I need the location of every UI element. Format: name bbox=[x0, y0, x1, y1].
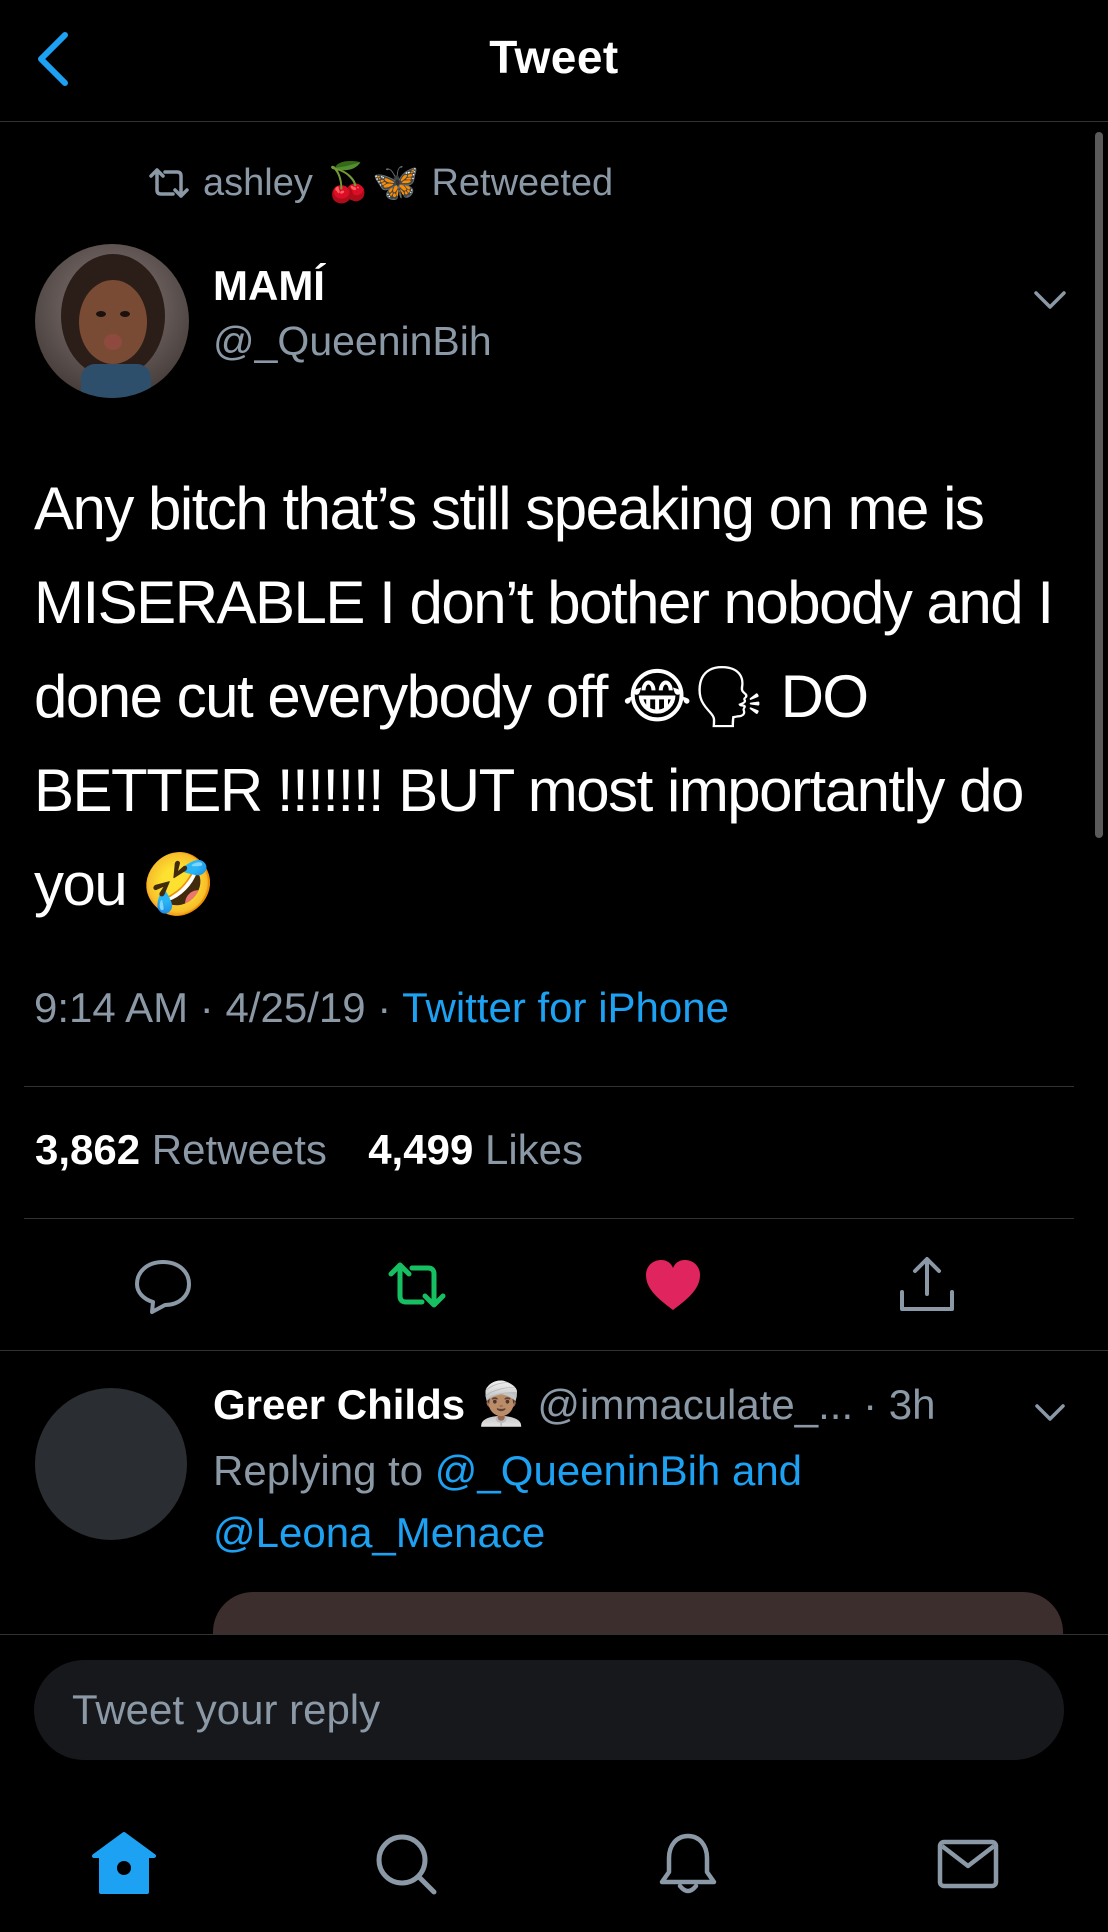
like-count: 4,499 bbox=[368, 1126, 474, 1173]
retweet-icon bbox=[149, 168, 189, 198]
reply-author-name[interactable]: Greer Childs bbox=[213, 1381, 465, 1429]
mention-link[interactable]: @Leona_Menace bbox=[213, 1509, 545, 1556]
tweet-date: 4/25/19 bbox=[225, 984, 366, 1031]
share-icon bbox=[900, 1257, 954, 1311]
tweet-time: 9:14 AM bbox=[34, 984, 189, 1031]
reply-options-button[interactable] bbox=[1030, 1392, 1070, 1432]
retweet-button[interactable] bbox=[386, 1254, 448, 1316]
retweet-icon bbox=[388, 1262, 446, 1308]
replying-to: Replying to @_QueeninBih and @Leona_Mena… bbox=[213, 1440, 1073, 1564]
retweet-count: 3,862 bbox=[35, 1126, 141, 1173]
top-bar: Tweet bbox=[0, 0, 1108, 122]
retweet-context[interactable]: ashley 🍒🦋 Retweeted bbox=[147, 158, 613, 208]
likes-label: Likes bbox=[484, 1126, 584, 1173]
reply-header: Greer Childs 👳🏽‍♂️ @immaculate_... · 3h bbox=[213, 1380, 936, 1429]
home-icon bbox=[92, 1832, 156, 1894]
replying-to-label: Replying to bbox=[213, 1447, 424, 1494]
retweeter-emoji: 🍒🦋 bbox=[324, 162, 420, 204]
tab-search[interactable] bbox=[370, 1828, 442, 1900]
page-title: Tweet bbox=[489, 31, 619, 83]
like-button[interactable] bbox=[642, 1254, 704, 1316]
retweets-stat[interactable]: 3,862 Retweets bbox=[35, 1126, 339, 1173]
mention-conjunction: and bbox=[731, 1447, 803, 1494]
reply-input[interactable]: Tweet your reply bbox=[34, 1660, 1064, 1760]
chevron-down-icon bbox=[1035, 1404, 1065, 1421]
tab-home[interactable] bbox=[88, 1828, 160, 1900]
retweeted-label: Retweeted bbox=[431, 161, 614, 204]
divider bbox=[24, 1218, 1074, 1219]
reply-author-emoji: 👳🏽‍♂️ bbox=[475, 1380, 528, 1427]
tab-notifications[interactable] bbox=[652, 1828, 724, 1900]
search-icon bbox=[376, 1834, 437, 1895]
likes-stat[interactable]: 4,499 Likes bbox=[368, 1126, 583, 1173]
reply-bubble-icon bbox=[135, 1260, 191, 1314]
reply-media-preview[interactable] bbox=[213, 1592, 1063, 1636]
reply-button[interactable] bbox=[132, 1254, 194, 1316]
mention-link[interactable]: @_QueeninBih bbox=[435, 1447, 721, 1494]
tweet-text: Any bitch that’s still speaking on me is… bbox=[34, 475, 1054, 918]
share-button[interactable] bbox=[896, 1254, 958, 1316]
heart-icon bbox=[646, 1260, 700, 1310]
tweet-options-button[interactable] bbox=[1028, 278, 1072, 322]
mail-icon bbox=[937, 1839, 999, 1889]
bell-icon bbox=[659, 1833, 717, 1894]
scrollbar[interactable] bbox=[1095, 132, 1103, 838]
tweet-source-link[interactable]: Twitter for iPhone bbox=[402, 984, 729, 1031]
divider bbox=[24, 1086, 1074, 1087]
reply-author-avatar[interactable] bbox=[35, 1388, 187, 1540]
divider bbox=[0, 1350, 1108, 1351]
tweet-meta: 9:14 AM · 4/25/19 · Twitter for iPhone bbox=[34, 984, 729, 1031]
author-name[interactable]: MAMÍ bbox=[213, 262, 325, 310]
retweets-label: Retweets bbox=[151, 1126, 327, 1173]
author-avatar[interactable] bbox=[35, 244, 189, 398]
tweet-stats: 3,862 Retweets 4,499 Likes bbox=[35, 1126, 583, 1174]
author-handle[interactable]: @_QueeninBih bbox=[213, 318, 492, 365]
retweeter-name: ashley bbox=[203, 161, 313, 204]
tab-messages[interactable] bbox=[932, 1828, 1004, 1900]
chevron-down-icon bbox=[1034, 291, 1066, 309]
reply-author-handle[interactable]: @immaculate_... bbox=[537, 1381, 853, 1429]
reply-time: · 3h bbox=[863, 1380, 936, 1428]
